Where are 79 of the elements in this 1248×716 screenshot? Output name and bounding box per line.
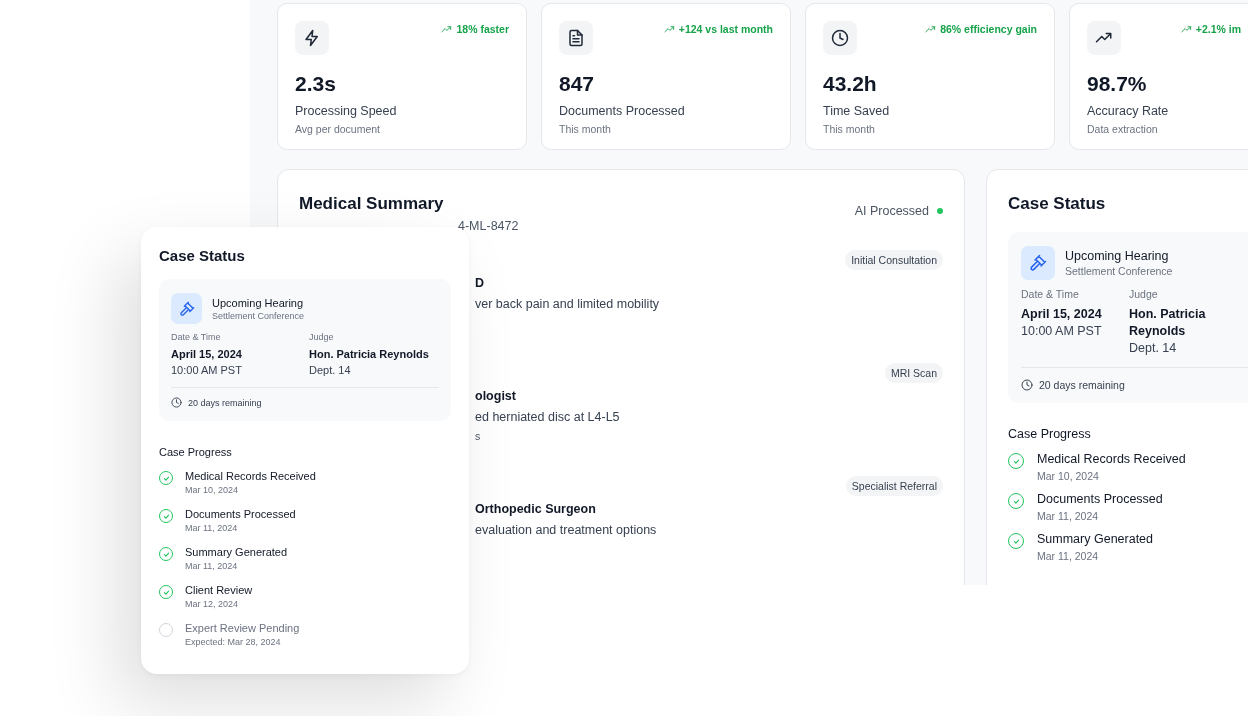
visit-tag: MRI Scan bbox=[884, 363, 943, 383]
step-label: Medical Records Received bbox=[185, 469, 316, 483]
trend-up-icon bbox=[663, 23, 675, 35]
step-label: Expert Review Pending bbox=[185, 621, 300, 635]
step-label: Client Review bbox=[185, 583, 253, 597]
stat-value: 2.3s bbox=[295, 72, 337, 96]
field-label: Judge bbox=[309, 332, 335, 342]
visit-tag: Specialist Referral bbox=[845, 476, 943, 496]
status-dot bbox=[937, 208, 943, 214]
step-label: Medical Records Received bbox=[1037, 451, 1186, 467]
step-date: Mar 11, 2024 bbox=[185, 523, 239, 533]
entry-title: ologist bbox=[475, 389, 517, 403]
stat-label: Documents Processed bbox=[559, 104, 686, 118]
hearing-time: 10:00 AM PST bbox=[171, 363, 243, 378]
trend-text: +2.1% im bbox=[1195, 23, 1241, 35]
hearing-date: April 15, 2024 bbox=[171, 347, 243, 362]
hearing-title: Upcoming Hearing bbox=[1065, 249, 1170, 263]
stat-caption: Avg per document bbox=[295, 123, 382, 135]
stat-caption: Data extraction bbox=[1087, 123, 1159, 135]
field-label: Judge bbox=[1129, 288, 1159, 300]
stat-label: Accuracy Rate bbox=[1087, 104, 1170, 118]
judge-name: Hon. Patricia Reynolds bbox=[1129, 306, 1207, 340]
stat-value: 847 bbox=[559, 72, 596, 96]
step-date: Mar 10, 2024 bbox=[185, 485, 240, 495]
field-label: Date & Time bbox=[171, 332, 222, 342]
hearing-date: April 15, 2024 bbox=[1021, 306, 1103, 323]
entry-description: ver back pain and limited mobility bbox=[475, 297, 661, 311]
lightning-icon bbox=[303, 29, 321, 47]
section-title: Case Progress bbox=[159, 446, 233, 458]
step-label: Summary Generated bbox=[1037, 531, 1154, 547]
document-icon bbox=[567, 29, 585, 47]
entry-note: s bbox=[475, 430, 482, 442]
days-remaining: 20 days remaining bbox=[188, 397, 262, 408]
status-text: AI Processed bbox=[854, 204, 929, 218]
stat-label: Processing Speed bbox=[295, 104, 398, 118]
stat-caption: This month bbox=[823, 123, 876, 135]
trend-text: +124 vs last month bbox=[678, 23, 773, 35]
step-label: Documents Processed bbox=[185, 507, 296, 521]
hearing-time: 10:00 AM PST bbox=[1021, 323, 1103, 340]
field-label: Date & Time bbox=[1021, 288, 1080, 300]
clock-icon bbox=[831, 29, 849, 47]
entry-description: evaluation and treatment options bbox=[475, 523, 658, 537]
trend-text: 18% faster bbox=[456, 23, 509, 35]
gavel-icon bbox=[178, 300, 195, 317]
entry-title: D bbox=[475, 276, 486, 290]
judge-name: Hon. Patricia Reynolds bbox=[309, 347, 430, 362]
trend-up-icon bbox=[925, 23, 937, 35]
stat-value: 98.7% bbox=[1087, 72, 1148, 96]
step-date: Mar 11, 2024 bbox=[1037, 510, 1100, 522]
department: Dept. 14 bbox=[1129, 340, 1178, 357]
card-title: Case Status bbox=[1008, 194, 1107, 214]
hearing-title: Upcoming Hearing bbox=[212, 296, 305, 309]
step-date: Mar 11, 2024 bbox=[1037, 550, 1100, 562]
step-label: Documents Processed bbox=[1037, 491, 1163, 507]
hearing-type: Settlement Conference bbox=[1065, 265, 1173, 277]
trend-text: 86% efficiency gain bbox=[940, 23, 1037, 35]
section-title: Case Progress bbox=[1008, 427, 1092, 441]
step-label: Summary Generated bbox=[185, 545, 288, 559]
step-date: Expected: Mar 28, 2024 bbox=[185, 637, 282, 647]
step-date: Mar 12, 2024 bbox=[185, 599, 240, 609]
trend-up-icon bbox=[441, 23, 453, 35]
visit-tag: Initial Consultation bbox=[845, 250, 943, 270]
stat-value: 43.2h bbox=[823, 72, 878, 96]
card-title: Case Status bbox=[159, 247, 246, 264]
entry-title: Orthopedic Surgeon bbox=[475, 502, 597, 516]
panel-title: Medical Summary bbox=[299, 194, 444, 215]
stat-caption: This month bbox=[559, 123, 612, 135]
stat-label: Time Saved bbox=[823, 104, 891, 118]
clock-icon bbox=[171, 397, 182, 408]
hearing-type: Settlement Conference bbox=[212, 310, 305, 321]
entry-description: ed herniated disc at L4-L5 bbox=[475, 410, 621, 424]
days-remaining: 20 days remaining bbox=[1039, 379, 1125, 391]
department: Dept. 14 bbox=[309, 363, 352, 378]
trend-up-icon bbox=[1180, 23, 1192, 35]
step-date: Mar 10, 2024 bbox=[1037, 470, 1100, 482]
clock-icon bbox=[1021, 379, 1033, 391]
step-date: Mar 11, 2024 bbox=[185, 561, 239, 571]
gavel-icon bbox=[1029, 254, 1047, 272]
case-id: 4-ML-8472 bbox=[458, 219, 520, 233]
